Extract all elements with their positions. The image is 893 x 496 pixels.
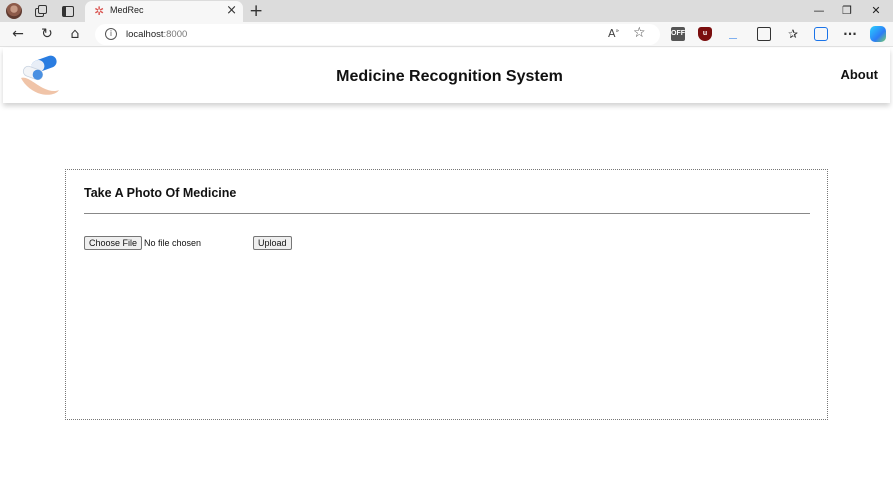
- medrec-favicon-icon: ✲: [93, 4, 105, 18]
- upload-button[interactable]: Upload: [253, 236, 292, 250]
- ublock-icon[interactable]: u: [698, 27, 712, 41]
- home-icon[interactable]: ⌂: [66, 25, 84, 43]
- back-arrow-icon[interactable]: ←: [9, 25, 27, 43]
- choose-file-button[interactable]: Choose File: [84, 236, 143, 250]
- file-status-text: No file chosen: [144, 238, 202, 248]
- split-screen-icon[interactable]: [757, 27, 771, 41]
- close-icon[interactable]: ×: [226, 3, 237, 19]
- url-port: :8000: [163, 29, 188, 40]
- page-content: Medicine Recognition System About Take A…: [0, 48, 893, 496]
- tab-title: MedRec: [110, 5, 144, 15]
- address-bar[interactable]: i localhost:8000 A» ☆: [95, 24, 660, 45]
- copilot-icon[interactable]: [870, 26, 886, 42]
- browser-toolbar: ← ↻ ⌂ i localhost:8000 A» ☆ OFF u _ ✰ ··…: [0, 22, 893, 47]
- info-icon[interactable]: i: [105, 28, 117, 40]
- workspaces-icon[interactable]: [33, 3, 49, 19]
- plus-icon[interactable]: +: [249, 0, 263, 22]
- browser-tab[interactable]: ✲ MedRec ×: [85, 1, 243, 23]
- window-close-button[interactable]: ✕: [861, 0, 891, 22]
- reload-icon[interactable]: ↻: [38, 25, 56, 43]
- download-icon[interactable]: _: [726, 25, 740, 41]
- site-navbar: Medicine Recognition System About: [3, 48, 890, 103]
- browser-tab-strip: ✲ MedRec × + — ❐ ✕: [0, 0, 893, 23]
- about-link[interactable]: About: [840, 67, 878, 82]
- profile-avatar-icon[interactable]: [6, 3, 22, 19]
- site-title: Medicine Recognition System: [336, 68, 563, 85]
- star-icon[interactable]: ☆: [633, 25, 646, 41]
- divider: [84, 213, 810, 214]
- more-icon[interactable]: ···: [843, 27, 857, 41]
- url-host: localhost: [126, 29, 164, 40]
- url-text[interactable]: localhost:8000: [126, 29, 187, 40]
- upload-card: Take A Photo Of Medicine Choose File No …: [65, 169, 828, 420]
- tab-actions-icon[interactable]: [60, 3, 76, 19]
- card-heading: Take A Photo Of Medicine: [84, 186, 237, 200]
- minimize-button[interactable]: —: [804, 0, 834, 22]
- collections-icon[interactable]: [814, 27, 828, 41]
- read-aloud-icon[interactable]: A»: [608, 27, 619, 40]
- extension-off-icon[interactable]: OFF: [671, 27, 685, 41]
- restore-button[interactable]: ❐: [832, 0, 862, 22]
- favorites-icon[interactable]: ✰: [786, 27, 800, 41]
